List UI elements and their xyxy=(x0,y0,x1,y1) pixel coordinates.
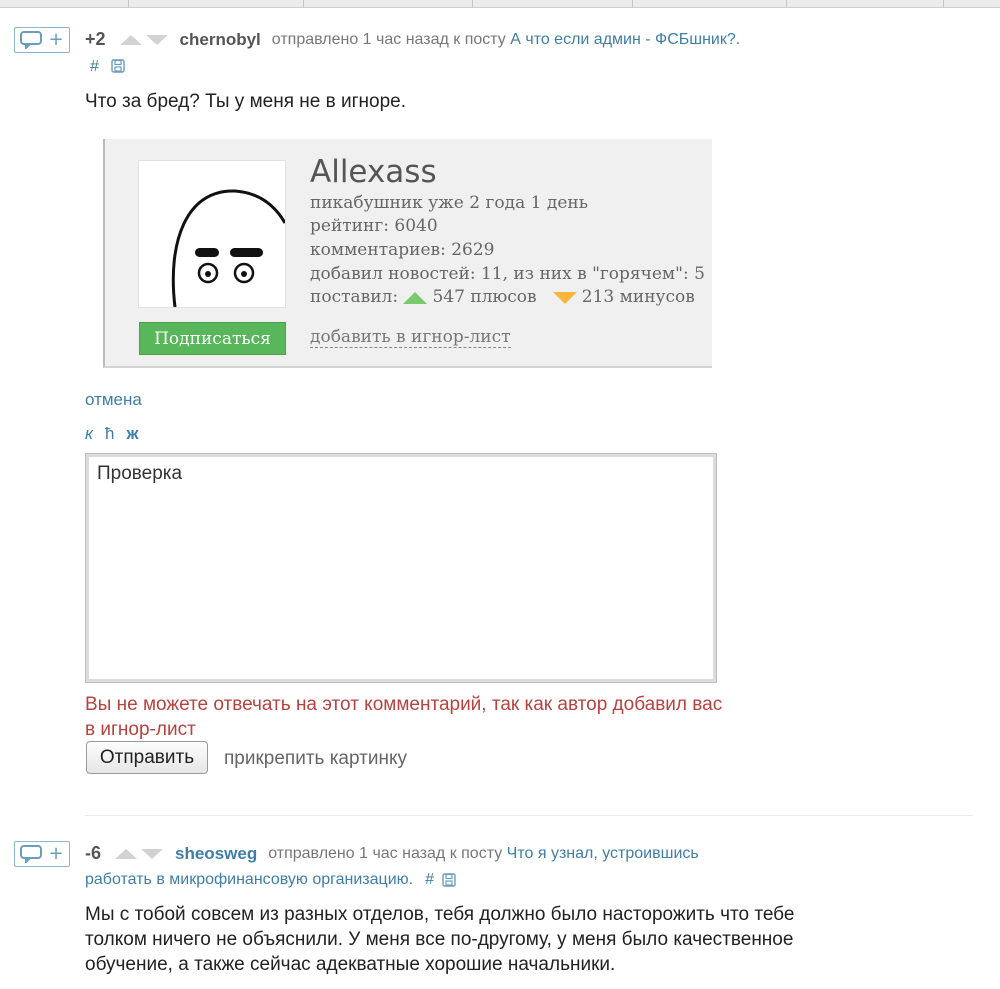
profile-rating: рейтинг: 6040 xyxy=(310,216,438,236)
strikethrough-button[interactable]: ħ xyxy=(105,424,114,444)
plus-count: 547 плюсов xyxy=(432,287,537,307)
comment-meta: +2 chernobyl отправлено 1 час назад к по… xyxy=(85,29,740,50)
profile-age: пикабушник уже 2 года 1 день xyxy=(310,193,588,213)
attach-image-link[interactable]: прикрепить картинку xyxy=(224,748,407,770)
reply-textarea[interactable]: Проверка xyxy=(85,453,717,683)
avatar xyxy=(138,160,287,308)
plus-icon: + xyxy=(48,29,64,50)
post-link[interactable]: Что я узнал, устроившись xyxy=(507,845,699,863)
minus-arrow-icon xyxy=(552,291,577,304)
comment-meta: -6 sheosweg отправлено 1 час назад к пос… xyxy=(85,843,699,864)
ignore-error-message: Вы не можете отвечать на этот комментари… xyxy=(85,694,723,740)
cancel-link[interactable]: отмена xyxy=(85,390,142,410)
comment-author[interactable]: chernobyl xyxy=(180,30,261,50)
avatar-face-icon xyxy=(171,189,287,308)
comment-meta-line2: работать в микрофинансовую организацию. … xyxy=(85,871,456,889)
sent-text: отправлено 1 час назад к посту xyxy=(268,844,503,862)
comment-score: +2 xyxy=(85,29,106,49)
comment-bubble-icon xyxy=(20,31,43,49)
plus-arrow-icon xyxy=(403,291,428,304)
send-button[interactable]: Отправить xyxy=(86,741,208,774)
minus-count: 213 минусов xyxy=(581,287,695,307)
post-link[interactable]: А что если админ - ФСБшник?. xyxy=(510,31,740,49)
save-icon[interactable] xyxy=(442,873,456,887)
profile-comments: комментариев: 2629 xyxy=(310,240,495,260)
italic-button[interactable]: к xyxy=(85,424,93,444)
profile-username: Allexass xyxy=(310,154,437,190)
bold-button[interactable]: ж xyxy=(127,424,139,444)
post-link-continued[interactable]: работать в микрофинансовую организацию. xyxy=(85,871,413,889)
plus-icon: + xyxy=(48,843,64,864)
votes-label: поставил: xyxy=(310,287,399,307)
format-toolbar: к ħ ж xyxy=(85,424,139,444)
profile-news: добавил новостей: 11, из них в "горячем"… xyxy=(310,264,705,284)
comment-permalink[interactable]: # xyxy=(425,871,434,889)
reply-toggle-button[interactable]: + xyxy=(14,841,70,867)
save-icon[interactable] xyxy=(111,59,125,73)
sent-text: отправлено 1 час назад к посту xyxy=(271,30,506,48)
comment-divider xyxy=(85,815,973,816)
upvote-icon[interactable] xyxy=(115,848,138,859)
comment-body: Мы с тобой совсем из разных отделов, теб… xyxy=(85,904,795,975)
comment-author[interactable]: sheosweg xyxy=(175,844,257,864)
comment-bubble-icon xyxy=(20,845,43,863)
subscribe-button[interactable]: Подписаться xyxy=(139,322,286,355)
comment-score: -6 xyxy=(85,843,102,863)
downvote-icon[interactable] xyxy=(145,34,168,45)
profile-votes: поставил: 547 плюсов 213 минусов xyxy=(310,287,695,307)
top-bar xyxy=(0,0,1000,8)
comment-body: Что за бред? Ты у меня не в игноре. xyxy=(85,91,406,112)
upvote-icon[interactable] xyxy=(119,34,142,45)
reply-toggle-button[interactable]: + xyxy=(14,27,70,53)
comment-permalink[interactable]: # xyxy=(90,58,99,76)
downvote-icon[interactable] xyxy=(141,848,164,859)
add-to-ignore-link[interactable]: добавить в игнор-лист xyxy=(310,327,511,348)
